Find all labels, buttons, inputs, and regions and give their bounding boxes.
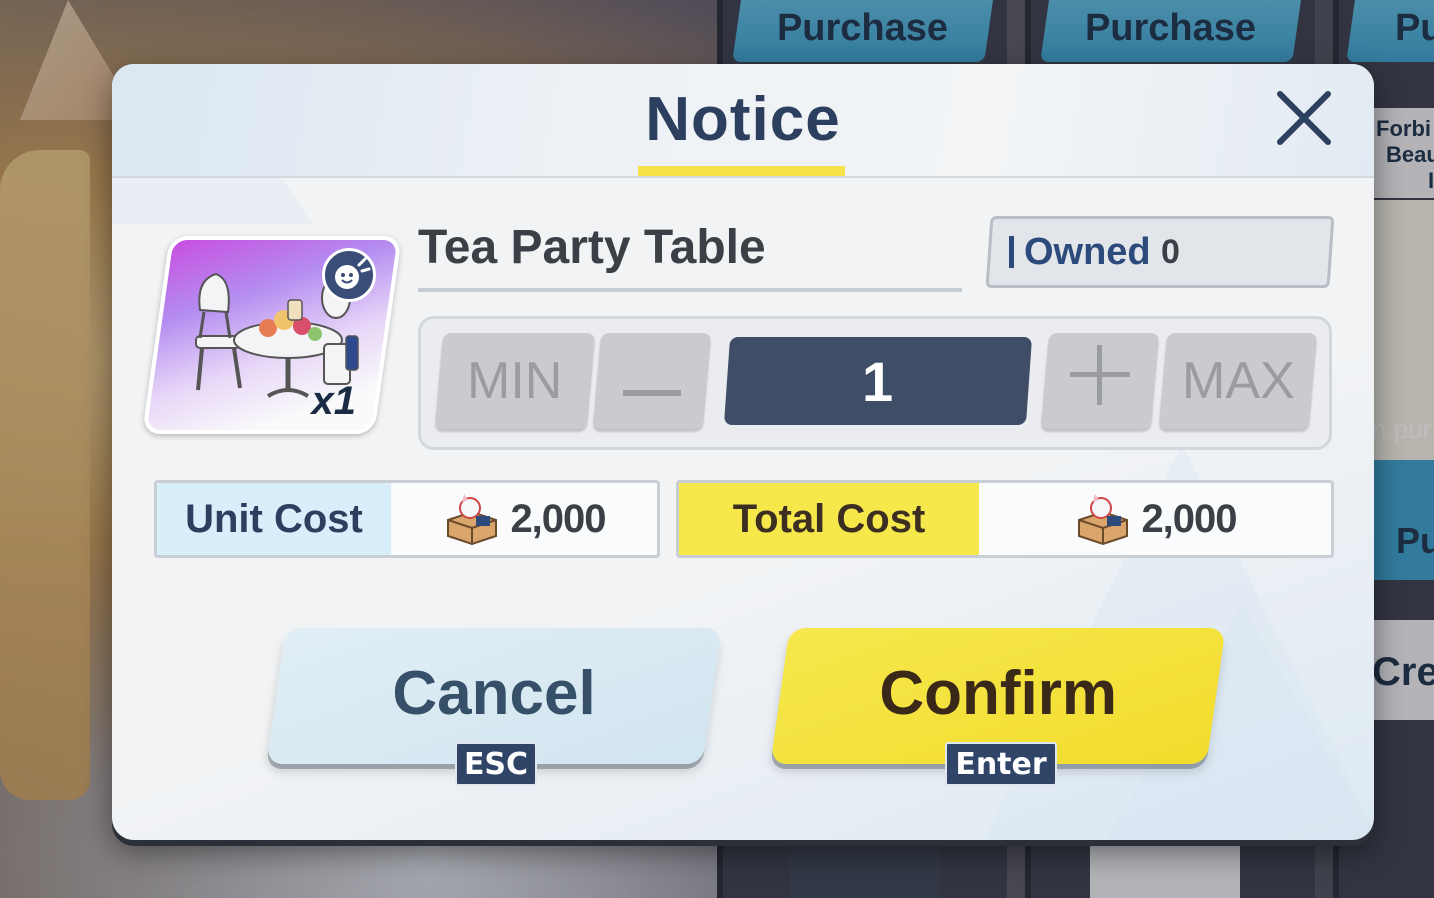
increment-button[interactable]	[1040, 333, 1160, 429]
cancel-label: Cancel	[392, 658, 597, 728]
unit-cost-value: 2,000	[510, 496, 606, 541]
total-cost-value-wrap: 2,000	[979, 483, 1331, 555]
owned-value: 0	[1160, 232, 1180, 271]
item-thumbnail: x1	[142, 236, 402, 434]
total-cost-value: 2,000	[1141, 496, 1237, 541]
total-cost-box: Total Cost 2,000	[676, 480, 1334, 558]
max-button[interactable]: MAX	[1158, 333, 1318, 429]
esc-key-hint: ESC	[455, 742, 537, 786]
total-cost-label: Total Cost	[679, 483, 979, 555]
plus-icon	[1070, 344, 1130, 418]
confirm-label: Confirm	[879, 658, 1118, 728]
minus-icon	[623, 351, 681, 411]
item-category-icon	[322, 248, 376, 302]
unit-cost-label: Unit Cost	[157, 483, 391, 555]
owned-label: Owned	[1024, 230, 1151, 273]
furniture-coin-icon	[447, 494, 498, 546]
quantity-stepper: MIN 1 MAX	[418, 316, 1332, 450]
enter-key-hint: Enter	[945, 742, 1057, 786]
furniture-coin-icon	[1078, 494, 1129, 546]
owned-count: Owned 0	[985, 216, 1335, 288]
dialog-title: Notice	[645, 85, 841, 154]
min-button[interactable]: MIN	[434, 333, 596, 429]
unit-cost-value-wrap: 2,000	[391, 483, 657, 555]
decrement-button[interactable]	[592, 333, 712, 429]
owned-marker	[1009, 236, 1014, 268]
purchase-dialog: Notice x1 Tea Party Table Owned 0 MIN 1 …	[112, 64, 1374, 840]
close-icon[interactable]	[1272, 86, 1336, 150]
item-quantity-badge: x1	[311, 379, 357, 423]
title-underline	[638, 166, 845, 176]
divider	[418, 288, 962, 292]
quantity-value[interactable]: 1	[723, 337, 1033, 425]
item-name: Tea Party Table	[418, 221, 766, 274]
unit-cost-box: Unit Cost 2,000	[154, 480, 660, 558]
